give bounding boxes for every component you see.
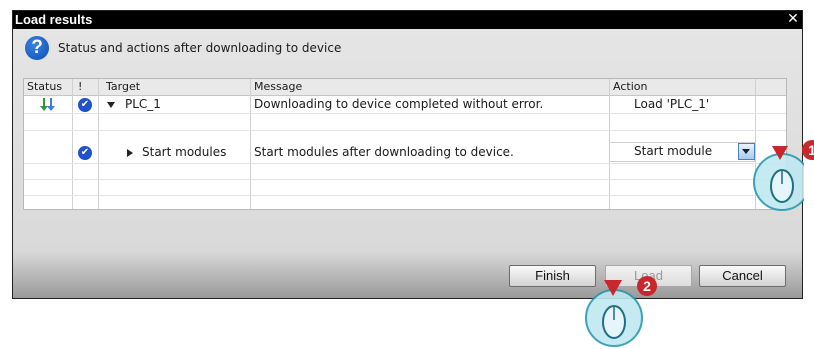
row-target: PLC_1 — [125, 97, 161, 111]
row-divider — [24, 179, 786, 180]
check-icon: ✔ — [78, 146, 92, 160]
question-icon: ? — [25, 36, 49, 60]
column-header-message[interactable]: Message — [254, 80, 302, 93]
cancel-button[interactable]: Cancel — [699, 265, 786, 287]
row-target: Start modules — [142, 145, 227, 159]
column-divider — [98, 79, 99, 209]
collapse-triangle-icon[interactable] — [127, 149, 133, 157]
column-header-target[interactable]: Target — [106, 80, 140, 93]
column-header-bang[interactable]: ! — [78, 80, 82, 93]
mouse-click-icon — [753, 146, 804, 211]
row-divider — [24, 113, 786, 114]
row-message: Downloading to device completed without … — [254, 97, 544, 111]
row-message: Start modules after downloading to devic… — [254, 145, 514, 159]
dialog-title: Load results — [15, 12, 93, 27]
results-table: Status ! Target Message Action ✔ PLC_1 D… — [23, 78, 787, 210]
download-arrows-icon — [40, 98, 55, 111]
row-action: Load 'PLC_1' — [634, 97, 710, 111]
row-divider — [24, 130, 786, 131]
row-divider — [24, 195, 786, 196]
expand-triangle-icon[interactable] — [107, 102, 115, 108]
step-badge: 2 — [637, 276, 657, 296]
header-text: Status and actions after downloading to … — [58, 41, 342, 55]
column-divider — [72, 79, 73, 209]
title-bar: Load results ✕ — [13, 11, 802, 29]
check-icon: ✔ — [78, 98, 92, 112]
close-icon[interactable]: ✕ — [786, 12, 800, 26]
column-divider — [250, 79, 251, 209]
row-divider — [24, 163, 786, 164]
action-select-value: Start module — [634, 144, 713, 158]
action-select[interactable]: Start module — [609, 142, 755, 162]
column-header-status[interactable]: Status — [27, 80, 62, 93]
table-header: Status ! Target Message Action — [24, 79, 786, 96]
load-results-dialog: Load results ✕ ? Status and actions afte… — [12, 10, 803, 299]
column-header-action[interactable]: Action — [613, 80, 647, 93]
